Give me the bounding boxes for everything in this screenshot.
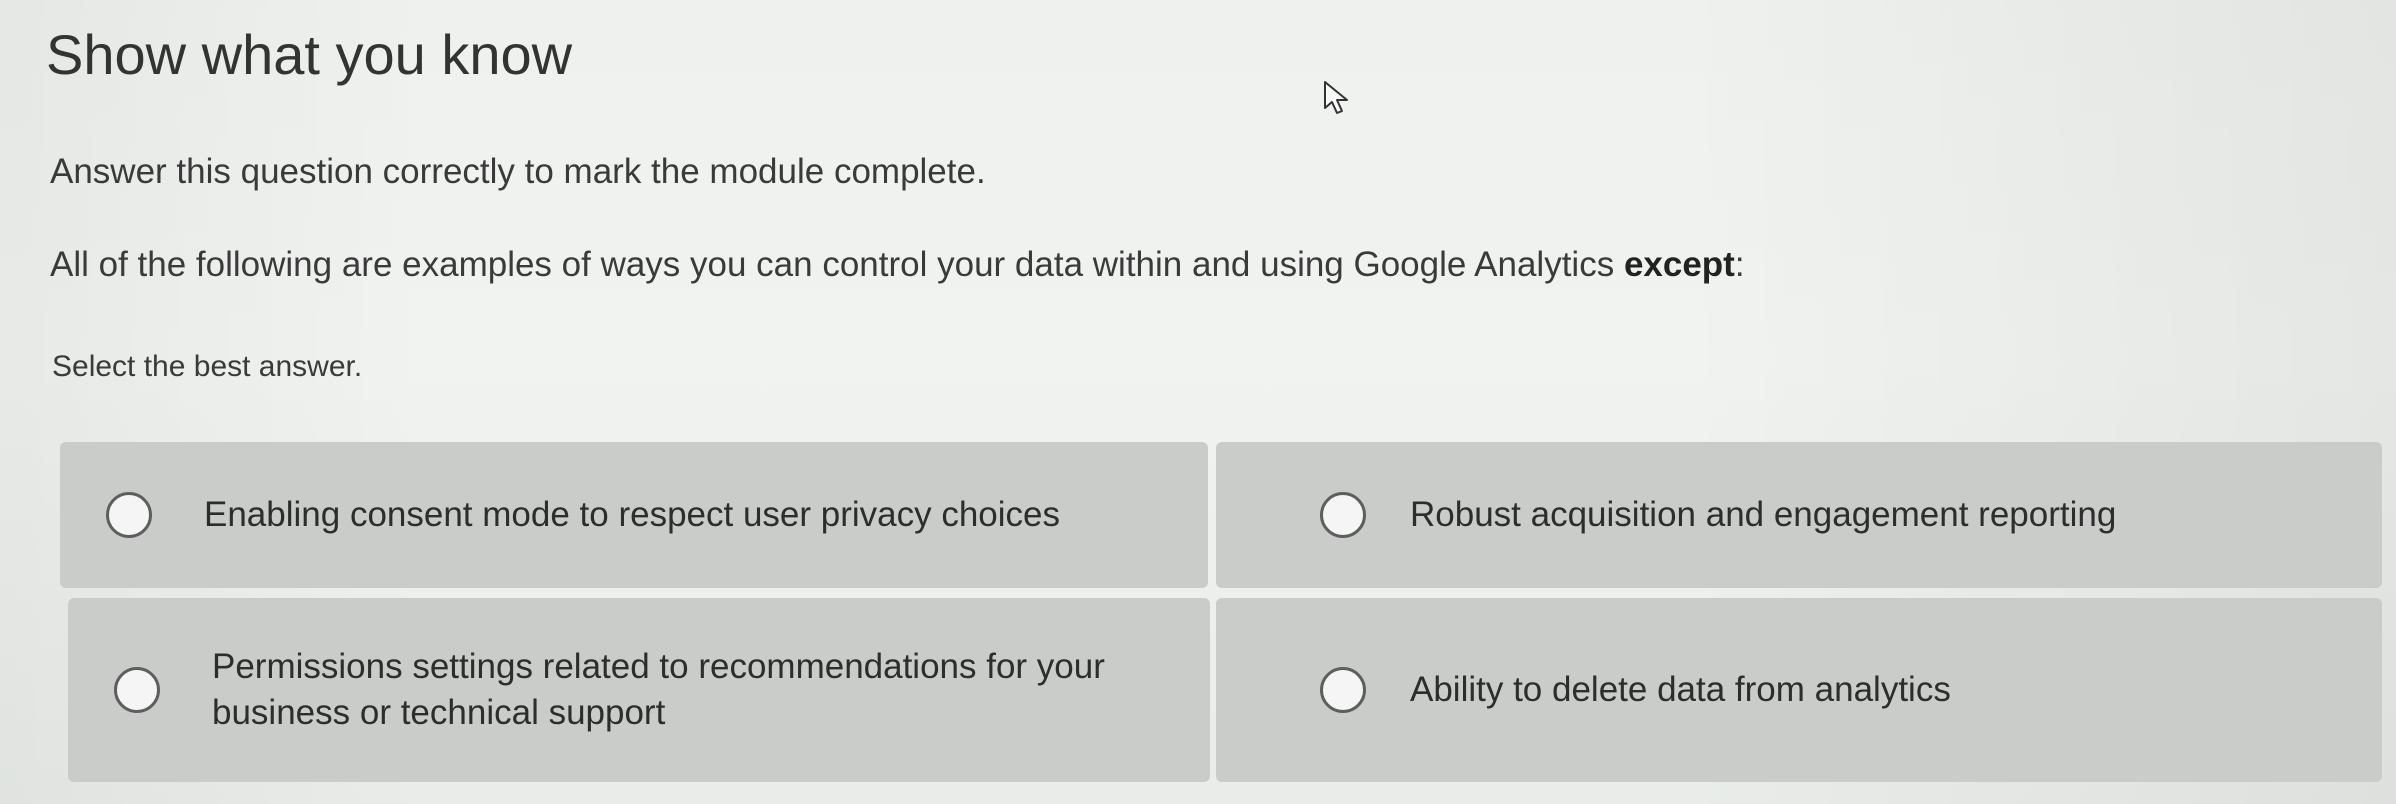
answer-option-label: Permissions settings related to recommen… xyxy=(212,647,1105,732)
answer-option-2[interactable]: Robust acquisition and engagement report… xyxy=(1216,442,2382,588)
radio-button-icon[interactable] xyxy=(106,492,152,538)
radio-button-icon[interactable] xyxy=(114,667,160,713)
mouse-pointer-icon xyxy=(1324,81,1348,114)
radio-button-icon[interactable] xyxy=(1320,667,1366,713)
answer-option-label: Enabling consent mode to respect user pr… xyxy=(204,495,1061,534)
answer-option-4[interactable]: Ability to delete data from analytics xyxy=(1216,598,2382,782)
intro-text: Answer this question correctly to mark t… xyxy=(50,152,986,191)
page-title: Show what you know xyxy=(46,23,573,86)
answer-option-3[interactable]: Permissions settings related to recommen… xyxy=(68,598,1210,782)
answer-option-label: Ability to delete data from analytics xyxy=(1410,670,1951,709)
question-emphasis: except xyxy=(1623,245,1735,284)
question-main: All of the following are examples of way… xyxy=(50,245,1624,284)
answer-instruction: Select the best answer. xyxy=(52,350,363,383)
question-end: : xyxy=(1734,245,1745,284)
question-text: All of the following are examples of way… xyxy=(50,245,1745,285)
answer-option-label: Robust acquisition and engagement report… xyxy=(1410,495,2117,534)
answer-option-1[interactable]: Enabling consent mode to respect user pr… xyxy=(60,442,1208,588)
answer-options: Enabling consent mode to respect user pr… xyxy=(60,442,2382,782)
radio-button-icon[interactable] xyxy=(1320,492,1366,538)
quiz-card: Show what you know Answer this question … xyxy=(0,0,2396,804)
